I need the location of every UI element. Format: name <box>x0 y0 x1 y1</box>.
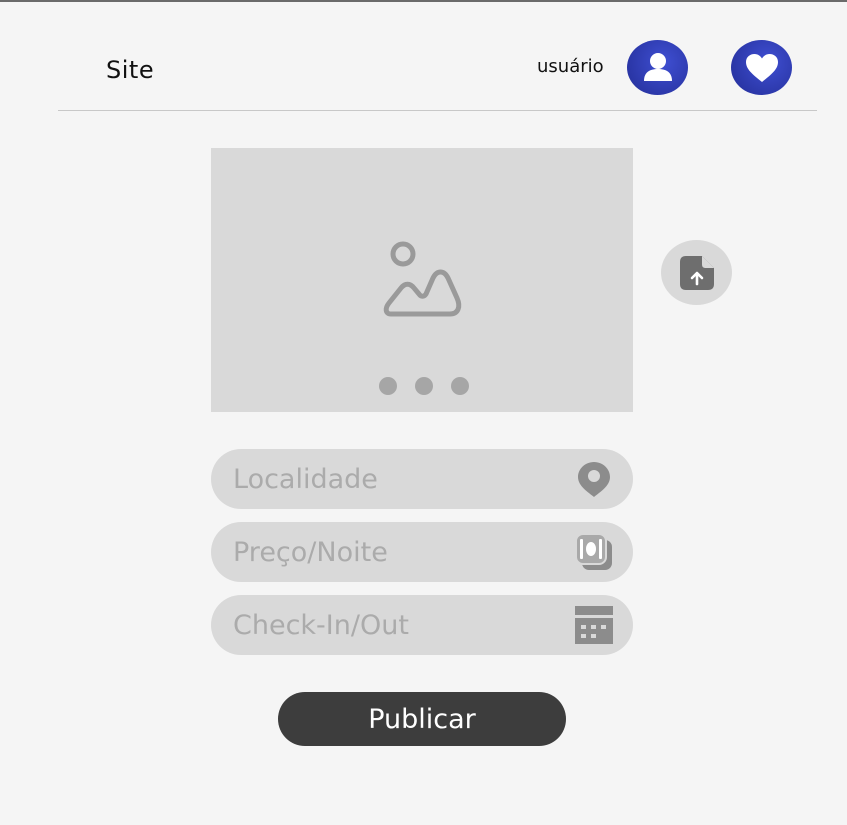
file-upload-icon <box>679 255 714 290</box>
image-carousel[interactable] <box>211 148 633 412</box>
carousel-dot-3[interactable] <box>451 377 469 395</box>
money-icon <box>575 533 612 570</box>
carousel-dots <box>379 377 469 395</box>
location-field[interactable] <box>211 449 633 509</box>
image-icon <box>383 241 462 317</box>
checkin-input[interactable] <box>233 595 563 655</box>
favorites-button[interactable] <box>731 40 792 95</box>
header-divider <box>58 110 817 111</box>
heart-icon <box>745 53 778 82</box>
site-brand[interactable]: Site <box>106 56 154 84</box>
user-avatar-button[interactable] <box>627 40 688 95</box>
user-label: usuário <box>537 56 604 77</box>
location-input[interactable] <box>233 449 563 509</box>
upload-image-button[interactable] <box>661 240 732 305</box>
price-input[interactable] <box>233 522 563 582</box>
checkin-field[interactable] <box>211 595 633 655</box>
carousel-dot-1[interactable] <box>379 377 397 395</box>
calendar-icon <box>575 606 613 644</box>
map-pin-icon <box>578 462 610 497</box>
carousel-dot-2[interactable] <box>415 377 433 395</box>
publish-button[interactable]: Publicar <box>278 692 566 746</box>
user-icon <box>643 52 672 81</box>
price-field[interactable] <box>211 522 633 582</box>
